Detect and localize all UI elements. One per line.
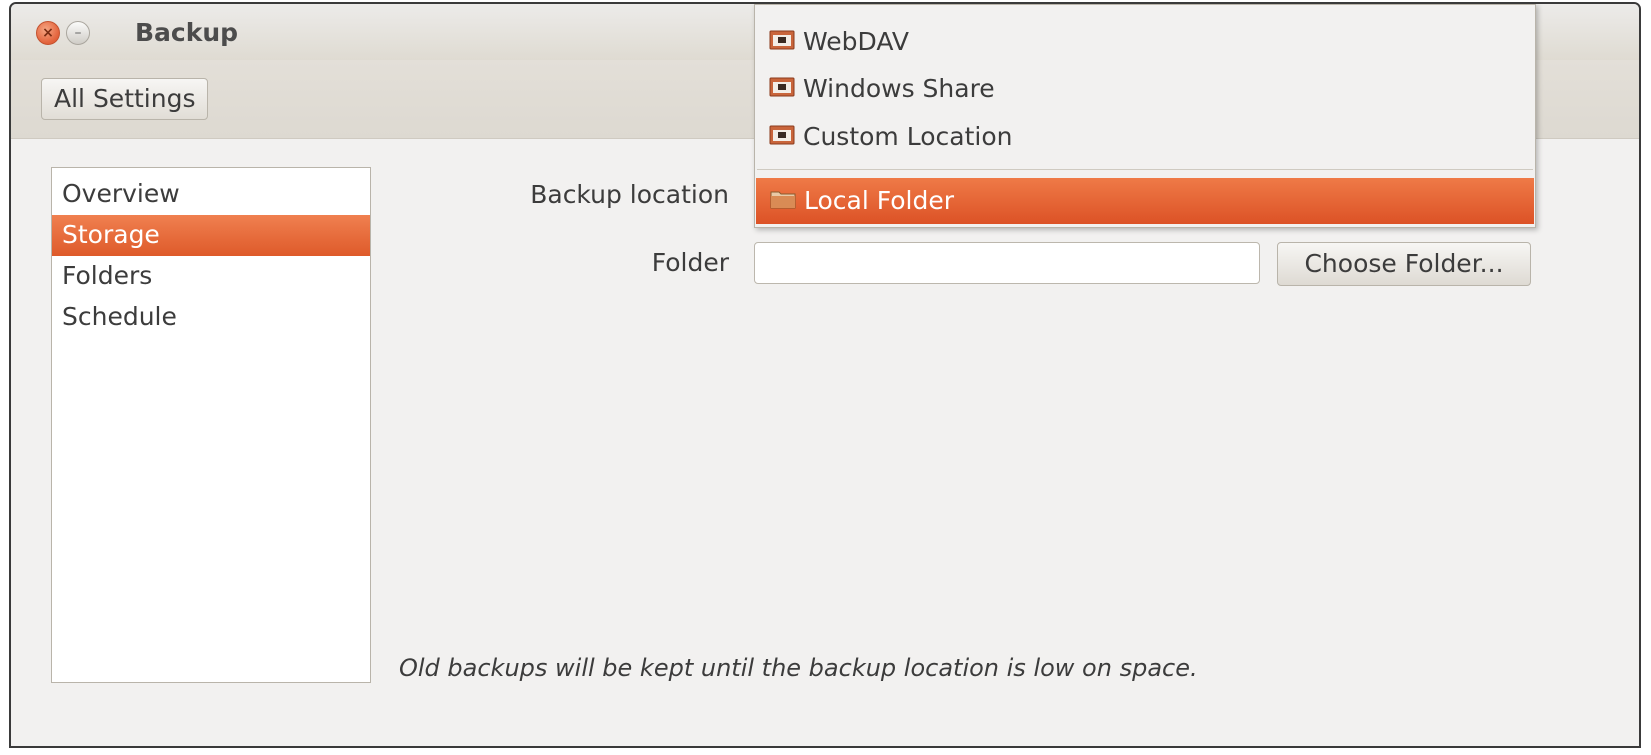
menu-separator [757, 169, 1533, 170]
menu-item-custom-location[interactable]: Custom Location [755, 114, 1535, 160]
menu-item-label: Local Folder [804, 186, 954, 215]
sidebar: Overview Storage Folders Schedule [51, 167, 371, 683]
backup-location-dropdown: WebDAV Windows Share Custom Location Loc… [754, 4, 1536, 228]
backup-location-label: Backup location [530, 180, 729, 209]
menu-item-label: Windows Share [803, 74, 995, 103]
sidebar-item-schedule[interactable]: Schedule [52, 297, 370, 338]
close-button[interactable]: × [36, 21, 60, 45]
retention-note: Old backups will be kept until the backu… [399, 654, 1198, 682]
network-folder-icon [769, 115, 795, 161]
folder-icon [770, 179, 796, 225]
menu-item-local-folder[interactable]: Local Folder [756, 178, 1534, 224]
close-icon: × [42, 25, 54, 41]
menu-item-label: WebDAV [803, 27, 909, 56]
choose-folder-button[interactable]: Choose Folder... [1277, 242, 1531, 286]
menu-item-windows-share[interactable]: Windows Share [755, 66, 1535, 112]
backup-window: × – Backup All Settings Overview Storage… [9, 2, 1641, 748]
menu-item-label: Custom Location [803, 122, 1013, 151]
window-title: Backup [135, 18, 239, 47]
minimize-button[interactable]: – [66, 21, 90, 45]
sidebar-item-storage[interactable]: Storage [52, 215, 370, 256]
network-folder-icon [769, 67, 795, 113]
folder-label: Folder [651, 248, 729, 277]
sidebar-item-folders[interactable]: Folders [52, 256, 370, 297]
folder-field[interactable] [754, 242, 1260, 284]
all-settings-button[interactable]: All Settings [41, 78, 209, 120]
sidebar-item-overview[interactable]: Overview [52, 174, 370, 215]
menu-item-webdav[interactable]: WebDAV [755, 19, 1535, 65]
network-folder-icon [769, 20, 795, 66]
minimize-icon: – [74, 25, 82, 41]
